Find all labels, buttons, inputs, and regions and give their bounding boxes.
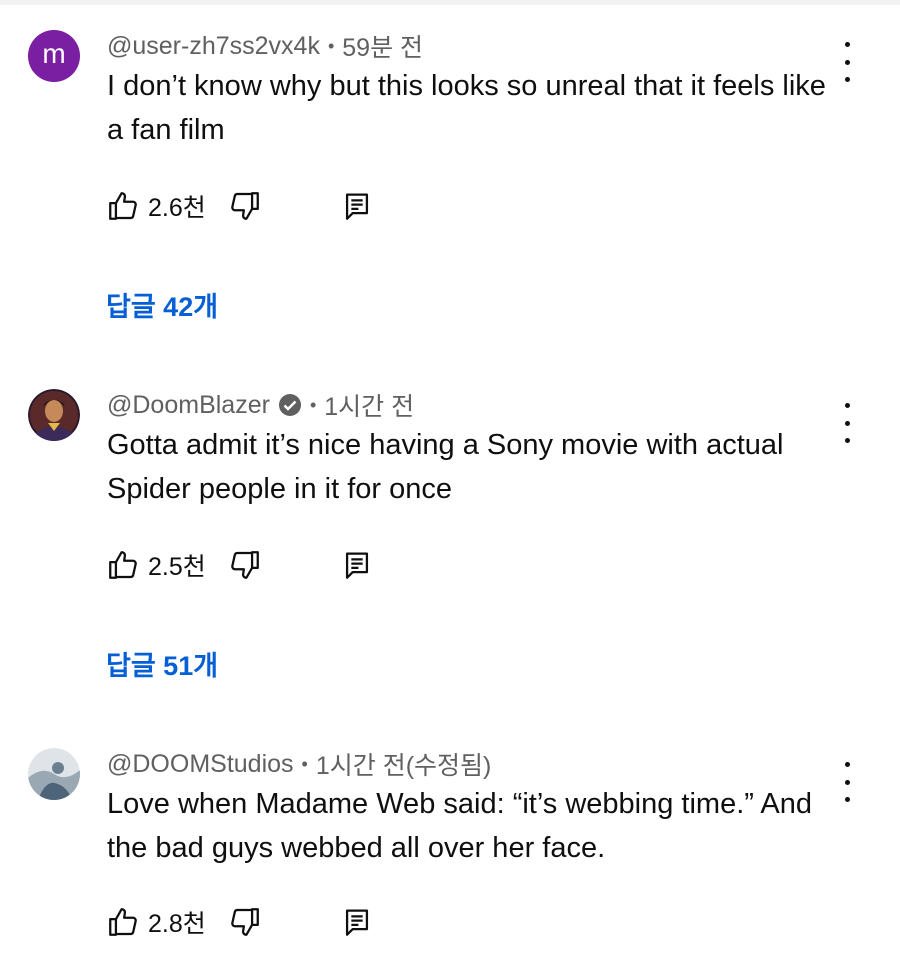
comment-reply-icon[interactable] bbox=[340, 905, 374, 939]
thumbs-down-icon[interactable] bbox=[228, 548, 262, 582]
author-name[interactable]: @DOOMStudios bbox=[107, 750, 294, 779]
top-divider bbox=[0, 0, 900, 5]
like-count: 2.8천 bbox=[148, 910, 206, 938]
separator-dot: • bbox=[327, 35, 335, 56]
comment-time[interactable]: 59분 전 bbox=[342, 28, 423, 64]
comment-reply-icon[interactable] bbox=[340, 548, 374, 582]
view-replies-link[interactable]: 답글 42개 bbox=[106, 285, 218, 324]
comment-actions: 2.8천 bbox=[106, 904, 374, 940]
avatar-letter: m bbox=[42, 38, 66, 69]
avatar-image bbox=[28, 389, 80, 441]
thumbs-up-icon[interactable] bbox=[106, 548, 140, 582]
comment-header: @user-zh7ss2vx4k • 59분 전 bbox=[107, 28, 423, 64]
separator-dot: • bbox=[309, 394, 317, 415]
comment-text: Love when Madame Web said: “it’s webbing… bbox=[107, 788, 812, 864]
thumbs-up-icon[interactable] bbox=[106, 189, 140, 223]
like-count: 2.5천 bbox=[148, 553, 206, 581]
thumbs-down-icon[interactable] bbox=[228, 189, 262, 223]
avatar[interactable] bbox=[28, 748, 80, 800]
comment-time[interactable]: 1시간 전(수정됨) bbox=[316, 746, 492, 782]
author-name[interactable]: @DoomBlazer bbox=[107, 391, 270, 420]
avatar[interactable]: m bbox=[28, 30, 80, 82]
avatar[interactable] bbox=[28, 389, 80, 441]
comment-reply-icon[interactable] bbox=[340, 189, 374, 223]
comment-text: Gotta admit it’s nice having a Sony movi… bbox=[107, 429, 784, 505]
comment-header: @DoomBlazer • 1시간 전 bbox=[107, 387, 414, 423]
view-replies-link[interactable]: 답글 51개 bbox=[106, 644, 218, 683]
like-count: 2.6천 bbox=[148, 194, 206, 222]
comment-actions: 2.6천 bbox=[106, 188, 374, 224]
author-name[interactable]: @user-zh7ss2vx4k bbox=[107, 32, 320, 61]
thumbs-down-icon[interactable] bbox=[228, 905, 262, 939]
comment-text: I don’t know why but this looks so unrea… bbox=[107, 70, 826, 146]
comment-actions: 2.5천 bbox=[106, 547, 374, 583]
comment-time[interactable]: 1시간 전 bbox=[324, 387, 414, 423]
comment-header: @DOOMStudios • 1시간 전(수정됨) bbox=[107, 746, 492, 782]
avatar-image bbox=[28, 748, 80, 800]
verified-check-icon bbox=[278, 394, 301, 416]
separator-dot: • bbox=[301, 753, 308, 774]
thumbs-up-icon[interactable] bbox=[106, 905, 140, 939]
